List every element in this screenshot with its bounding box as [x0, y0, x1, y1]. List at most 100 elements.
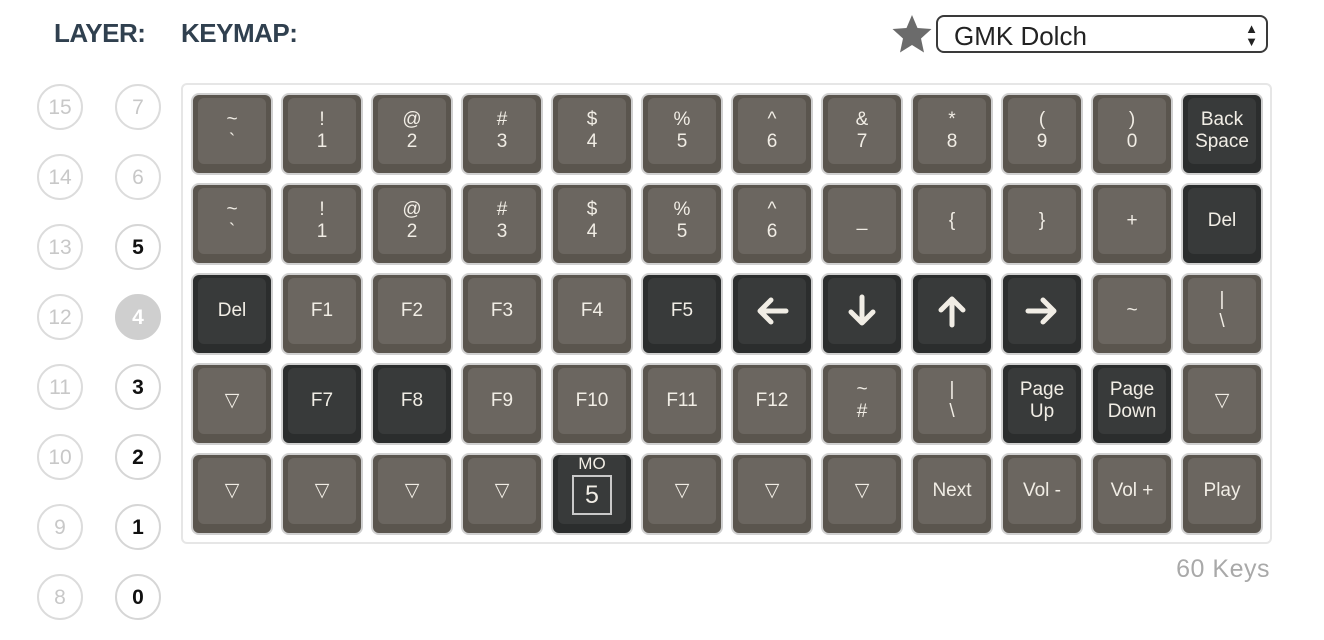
key[interactable]: #3 — [461, 183, 543, 265]
layer-button[interactable]: 11 — [37, 364, 83, 410]
key[interactable]: ! 1 — [281, 183, 363, 265]
arrow-right-icon — [1008, 278, 1076, 344]
key[interactable]: F12 — [731, 363, 813, 445]
key[interactable]: ~ — [1091, 273, 1173, 355]
layer-button[interactable]: 4 — [115, 294, 161, 340]
keycap-legend: F7 — [288, 368, 356, 434]
layer-button[interactable]: 2 — [115, 434, 161, 480]
key[interactable]: F4 — [551, 273, 633, 355]
key[interactable]: $4 — [551, 93, 633, 175]
keycap-legend: F12 — [738, 368, 806, 434]
key[interactable]: Del — [191, 273, 273, 355]
key[interactable]: ) 0 — [1091, 93, 1173, 175]
layer-button[interactable]: 15 — [37, 84, 83, 130]
layer-button[interactable]: 13 — [37, 224, 83, 270]
key[interactable]: F5 — [641, 273, 723, 355]
keycap-legend: ▽ — [198, 458, 266, 524]
key[interactable]: MO 5 — [551, 453, 633, 535]
key[interactable]: F7 — [281, 363, 363, 445]
key[interactable]: Play — [1181, 453, 1263, 535]
layer-button[interactable]: 5 — [115, 224, 161, 270]
keycap-legend: F3 — [468, 278, 536, 344]
key[interactable]: ▽ — [371, 453, 453, 535]
keyset-select[interactable]: GMK Dolch ▲ ▼ — [936, 15, 1268, 53]
layer-button[interactable]: 10 — [37, 434, 83, 480]
key[interactable]: F8 — [371, 363, 453, 445]
key[interactable]: { — [911, 183, 993, 265]
key[interactable]: Page Up — [1001, 363, 1083, 445]
layer-button[interactable]: 3 — [115, 364, 161, 410]
key[interactable]: ▽ — [641, 453, 723, 535]
key[interactable]: ^ 6 — [731, 183, 813, 265]
keycap-legend: @2 — [378, 188, 446, 254]
key[interactable]: ▽ — [461, 453, 543, 535]
keycap-legend: F9 — [468, 368, 536, 434]
key[interactable]: % 5 — [641, 93, 723, 175]
key[interactable] — [911, 273, 993, 355]
key[interactable]: F3 — [461, 273, 543, 355]
legend-line: 0 — [1126, 131, 1138, 152]
layer-button[interactable]: 14 — [37, 154, 83, 200]
key[interactable]: F9 — [461, 363, 543, 445]
layer-button[interactable]: 1 — [115, 504, 161, 550]
key[interactable]: Vol - — [1001, 453, 1083, 535]
layer-button[interactable]: 0 — [115, 574, 161, 620]
key[interactable]: ▽ — [1181, 363, 1263, 445]
key[interactable]: ! 1 — [281, 93, 363, 175]
key[interactable] — [731, 273, 813, 355]
key[interactable]: } — [1001, 183, 1083, 265]
key[interactable]: ▽ — [191, 363, 273, 445]
key[interactable]: F11 — [641, 363, 723, 445]
key[interactable]: ~ # — [821, 363, 903, 445]
key[interactable]: & 7 — [821, 93, 903, 175]
key[interactable]: $4 — [551, 183, 633, 265]
key[interactable]: * 8 — [911, 93, 993, 175]
layer-button[interactable]: 12 — [37, 294, 83, 340]
key[interactable] — [821, 273, 903, 355]
keycap-legend: % 5 — [648, 188, 716, 254]
key[interactable]: #3 — [461, 93, 543, 175]
key[interactable]: ▽ — [821, 453, 903, 535]
legend-line: \ — [949, 401, 955, 422]
legend-line: \ — [1219, 311, 1225, 332]
layer-button[interactable]: 6 — [115, 154, 161, 200]
keycap-legend: ! 1 — [288, 188, 356, 254]
key[interactable]: F2 — [371, 273, 453, 355]
keycap-legend: F5 — [648, 278, 716, 344]
key[interactable]: ^ 6 — [731, 93, 813, 175]
keycap-legend: Back Space — [1188, 98, 1256, 164]
key[interactable]: ▽ — [731, 453, 813, 535]
key[interactable]: Vol + — [1091, 453, 1173, 535]
legend-line: ^ — [767, 109, 777, 130]
key[interactable]: _ — [821, 183, 903, 265]
key[interactable]: | \ — [1181, 273, 1263, 355]
star-icon[interactable] — [891, 14, 933, 54]
layer-button[interactable]: 8 — [37, 574, 83, 620]
legend-line: | — [949, 379, 955, 400]
legend-line: Down — [1107, 401, 1157, 422]
key[interactable]: ▽ — [281, 453, 363, 535]
key[interactable]: (9 — [1001, 93, 1083, 175]
key[interactable]: ▽ — [191, 453, 273, 535]
key[interactable]: Del — [1181, 183, 1263, 265]
keycap-legend: ) 0 — [1098, 98, 1166, 164]
legend-line: ~ — [226, 199, 238, 220]
key[interactable]: @2 — [371, 183, 453, 265]
arrow-left-icon — [738, 278, 806, 344]
key[interactable]: Page Down — [1091, 363, 1173, 445]
key[interactable]: F1 — [281, 273, 363, 355]
key[interactable] — [1001, 273, 1083, 355]
legend-line: } — [1038, 210, 1046, 231]
key[interactable]: Back Space — [1181, 93, 1263, 175]
layer-button[interactable]: 9 — [37, 504, 83, 550]
key[interactable]: ~ ` — [191, 93, 273, 175]
key[interactable]: + — [1091, 183, 1173, 265]
key[interactable]: | \ — [911, 363, 993, 445]
key[interactable]: @2 — [371, 93, 453, 175]
key[interactable]: ~ ` — [191, 183, 273, 265]
key[interactable]: % 5 — [641, 183, 723, 265]
key[interactable]: Next — [911, 453, 993, 535]
legend-line: F10 — [575, 390, 609, 411]
key[interactable]: F10 — [551, 363, 633, 445]
layer-button[interactable]: 7 — [115, 84, 161, 130]
